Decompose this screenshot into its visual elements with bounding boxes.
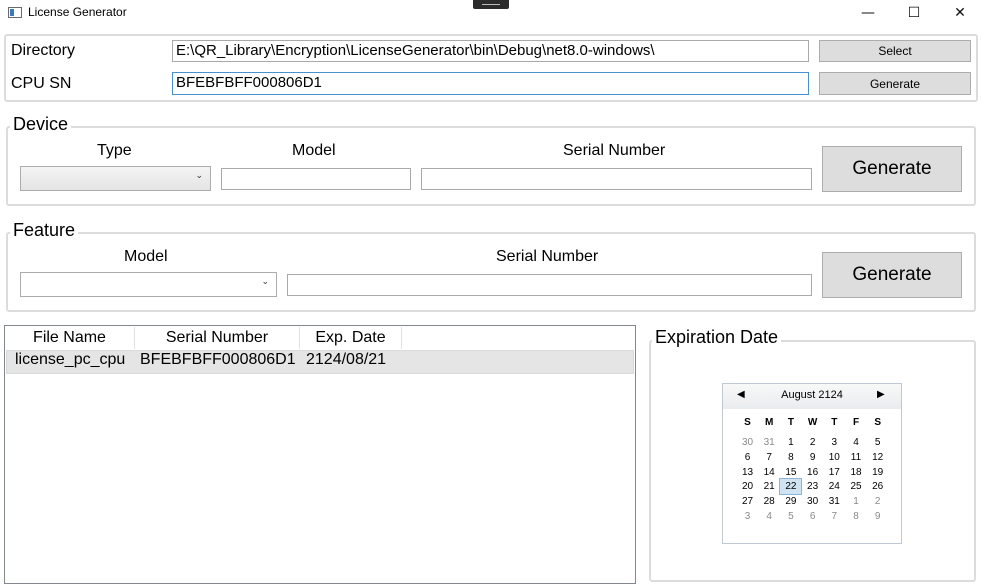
close-button[interactable]: ✕ — [937, 0, 982, 26]
calendar-day[interactable]: 27 — [737, 494, 758, 509]
calendar-day[interactable]: 6 — [737, 450, 758, 465]
column-header-serial[interactable]: Serial Number — [135, 327, 300, 349]
app-window-icon — [8, 7, 22, 18]
calendar-day[interactable]: 9 — [802, 450, 823, 465]
calendar-day[interactable]: 5 — [780, 509, 801, 524]
next-month-icon[interactable]: ▶ — [877, 389, 885, 400]
minimize-icon: — — [861, 5, 875, 21]
calendar-day[interactable]: 1 — [846, 494, 867, 509]
calendar-day[interactable]: 25 — [846, 479, 867, 494]
row-exp-date: 2124/08/21 — [306, 351, 387, 368]
calendar-day[interactable]: 16 — [802, 465, 823, 480]
chevron-down-icon: ⌄ — [261, 277, 269, 287]
select-button[interactable]: Select — [819, 40, 971, 62]
calendar-day[interactable]: 6 — [802, 509, 823, 524]
maximize-icon: ☐ — [907, 5, 921, 21]
calendar-day[interactable]: 26 — [867, 479, 888, 494]
calendar-day[interactable]: 9 — [867, 509, 888, 524]
weekday-header: T — [831, 417, 838, 428]
device-generate-button[interactable]: Generate — [822, 146, 962, 192]
calendar-grid: S M T W T F S 30 31 1 2 3 4 5 6 7 8 9 10 11 12 13 14 15 16 17 18 19… — [737, 415, 891, 535]
feature-serial-label: Serial Number — [496, 248, 599, 265]
calendar-day[interactable]: 22 — [779, 478, 803, 496]
feature-generate-button[interactable]: Generate — [822, 252, 962, 298]
cpu-sn-field[interactable]: BFEBFBFF000806D1 — [172, 72, 809, 95]
weekday-header: S — [744, 417, 751, 428]
calendar-day[interactable]: 1 — [780, 435, 801, 450]
calendar-day[interactable]: 2 — [867, 494, 888, 509]
device-serial-field[interactable] — [421, 168, 812, 190]
weekday-header: W — [807, 417, 818, 428]
calendar-day[interactable]: 15 — [780, 465, 801, 480]
expiration-calendar[interactable]: ◀ August 2124 ▶ S M T W T F S 30 31 1 2 3 4 5 6 7 8 9 10 11… — [722, 383, 902, 544]
feature-model-label: Model — [124, 248, 168, 265]
calendar-day[interactable]: 31 — [824, 494, 845, 509]
calendar-day[interactable]: 21 — [759, 479, 780, 494]
generate-cpu-button[interactable]: Generate — [819, 72, 971, 95]
calendar-day[interactable]: 30 — [802, 494, 823, 509]
calendar-day[interactable]: 12 — [867, 450, 888, 465]
chevron-down-icon: ⌄ — [195, 171, 203, 181]
feature-legend: Feature — [10, 220, 79, 241]
column-header-file-name[interactable]: File Name — [5, 327, 135, 349]
calendar-day[interactable]: 29 — [780, 494, 801, 509]
calendar-day[interactable]: 3 — [824, 435, 845, 450]
calendar-day[interactable]: 19 — [867, 465, 888, 480]
minimize-button[interactable]: — — [845, 0, 891, 26]
cpu-sn-label: CPU SN — [11, 75, 72, 92]
calendar-day[interactable]: 14 — [759, 465, 780, 480]
calendar-day[interactable]: 13 — [737, 465, 758, 480]
column-header-exp-date[interactable]: Exp. Date — [300, 327, 402, 349]
maximize-button[interactable]: ☐ — [891, 0, 937, 26]
feature-serial-field[interactable] — [287, 274, 812, 296]
directory-label: Directory — [11, 42, 76, 59]
calendar-day[interactable]: 17 — [824, 465, 845, 480]
calendar-day[interactable]: 8 — [846, 509, 867, 524]
device-serial-label: Serial Number — [563, 142, 666, 159]
calendar-day[interactable]: 11 — [846, 450, 867, 465]
calendar-day[interactable]: 5 — [867, 435, 888, 450]
weekday-header: T — [787, 417, 794, 428]
device-model-field[interactable] — [221, 168, 411, 190]
device-legend: Device — [10, 114, 72, 135]
calendar-day[interactable]: 3 — [737, 509, 758, 524]
calendar-day[interactable]: 7 — [759, 450, 780, 465]
calendar-month-label[interactable]: August 2124 — [723, 389, 901, 401]
row-serial: BFEBFBFF000806D1 — [140, 351, 296, 368]
device-type-label: Type — [97, 142, 132, 159]
calendar-day[interactable]: 23 — [802, 479, 823, 494]
calendar-day[interactable]: 28 — [759, 494, 780, 509]
calendar-day[interactable]: 30 — [737, 435, 758, 450]
directory-field[interactable]: E:\QR_Library\Encryption\LicenseGenerato… — [172, 40, 809, 62]
weekday-header: S — [874, 417, 882, 428]
calendar-day[interactable]: 18 — [846, 465, 867, 480]
calendar-day[interactable]: 4 — [759, 509, 780, 524]
calendar-day[interactable]: 2 — [802, 435, 823, 450]
calendar-day[interactable]: 20 — [737, 479, 758, 494]
calendar-day[interactable]: 31 — [759, 435, 780, 450]
calendar-day[interactable]: 10 — [824, 450, 845, 465]
weekday-header: M — [765, 417, 774, 428]
window-title: License Generator — [28, 5, 127, 19]
calendar-day[interactable]: 4 — [846, 435, 867, 450]
calendar-day[interactable]: 7 — [824, 509, 845, 524]
snap-layout-handle[interactable] — [473, 0, 509, 9]
device-type-select[interactable]: ⌄ — [20, 166, 211, 191]
close-icon: ✕ — [954, 5, 966, 21]
feature-model-select[interactable]: ⌄ — [20, 272, 277, 297]
row-file-name: license_pc_cpu — [15, 351, 126, 368]
calendar-day[interactable]: 24 — [824, 479, 845, 494]
weekday-header: F — [852, 417, 860, 428]
calendar-day[interactable]: 8 — [780, 450, 801, 465]
expiration-legend: Expiration Date — [652, 327, 782, 348]
device-model-label: Model — [292, 142, 336, 159]
